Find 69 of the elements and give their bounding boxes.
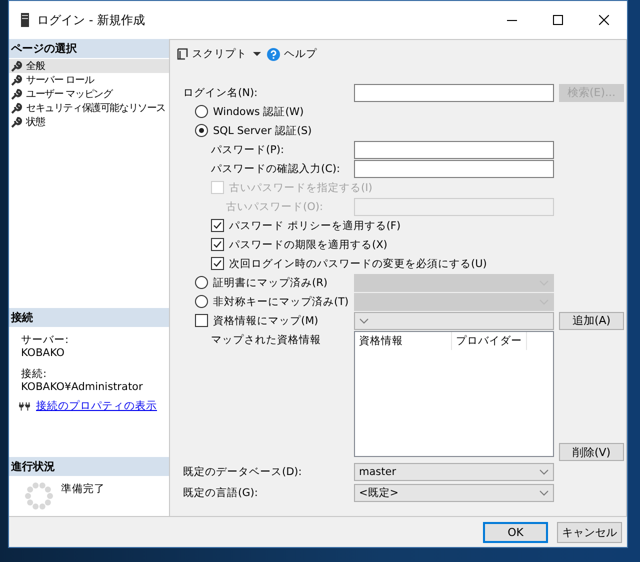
page-item[interactable]: 全般 (9, 59, 169, 73)
checkbox-label: 資格情報にマップ(M) (213, 314, 318, 328)
column-header[interactable]: プロバイダー (452, 332, 527, 350)
radio-button[interactable] (195, 276, 208, 289)
field-label: パスワード(P): (211, 142, 284, 156)
chevron-icon (359, 318, 369, 324)
page-item[interactable]: ユーザー マッピング (9, 87, 169, 101)
field-label: 既定の言語(G): (183, 486, 258, 500)
close-icon (599, 15, 609, 25)
credentials-list[interactable]: 資格情報 プロバイダー (354, 331, 554, 457)
server-icon (21, 13, 29, 27)
checkbox[interactable] (211, 219, 224, 232)
field-label: 古いパスワード(O): (226, 200, 323, 214)
radio-button[interactable] (195, 124, 208, 137)
checkbox-label: 次回ログイン時のパスワードの変更を必須にする(U) (229, 256, 487, 270)
spinner-icon (25, 482, 53, 510)
help-icon (267, 48, 280, 60)
radio-button[interactable] (195, 295, 208, 308)
checkbox-label: 古いパスワードを指定する(I) (229, 180, 372, 194)
page-item[interactable]: セキュリティ保護可能なリソース (9, 101, 169, 115)
chevron-icon (539, 490, 549, 496)
radio-label: SQL Server 認証(S) (213, 124, 312, 138)
server-label: サーバー: (21, 332, 70, 347)
script-button[interactable]: スクリプト (176, 47, 247, 61)
page-item[interactable]: サーバー ロール (9, 73, 169, 87)
help-button[interactable]: ヘルプ (267, 47, 317, 61)
plug-icon (19, 400, 30, 411)
section-header: 接続 (9, 308, 169, 327)
field-label: パスワードの確認入力(C): (211, 162, 340, 176)
radio-label: Windows 認証(W) (213, 104, 304, 118)
field-label: 既定のデータベース(D): (183, 464, 302, 478)
radio-button[interactable] (195, 105, 208, 118)
wrench-icon (11, 116, 22, 128)
properties-link[interactable]: 接続のプロパティの表示 (36, 398, 157, 413)
dialog-button[interactable]: キャンセル (557, 522, 622, 542)
action-button[interactable]: 削除(V) (559, 443, 624, 461)
radio-label: 証明書にマップ済み(R) (213, 276, 328, 290)
server-name: KOBAKO (21, 346, 66, 359)
maximize-icon (553, 15, 563, 25)
input-field[interactable] (354, 84, 554, 102)
connection-name: KOBAKO¥Administrator (21, 380, 144, 393)
progress-status: 準備完了 (61, 482, 105, 497)
field-label: ログイン名(N): (183, 86, 258, 100)
dialog-button[interactable]: OK (483, 522, 548, 542)
checkbox[interactable] (195, 314, 208, 327)
wrench-icon (11, 74, 22, 86)
page-item[interactable]: 状態 (9, 115, 169, 129)
caret-icon[interactable] (253, 52, 261, 56)
section-header: 進行状況 (9, 457, 169, 476)
checkbox[interactable] (211, 257, 224, 270)
wrench-icon (11, 88, 22, 100)
window-title: ログイン - 新規作成 (37, 12, 146, 28)
chevron-icon (539, 468, 549, 474)
section-header: ページの選択 (9, 39, 169, 58)
input-field[interactable] (354, 140, 554, 158)
wrench-icon (11, 60, 22, 72)
radio-label: 非対称キーにマップ済み(T) (213, 294, 349, 308)
column-header[interactable]: 資格情報 (355, 332, 452, 350)
script-icon (176, 48, 188, 60)
dropdown[interactable]: master (354, 462, 554, 480)
checkbox-label: パスワード ポリシーを適用する(F) (229, 218, 401, 232)
wrench-icon (11, 102, 22, 114)
connection-label: 接続: (21, 366, 48, 381)
checkbox-label: パスワードの期限を適用する(X) (229, 238, 388, 252)
list-label: マップされた資格情報 (211, 334, 321, 346)
checkbox[interactable] (211, 238, 224, 251)
action-button[interactable]: 追加(A) (559, 312, 624, 330)
dropdown[interactable]: <既定> (354, 484, 554, 502)
input-field[interactable] (354, 160, 554, 178)
